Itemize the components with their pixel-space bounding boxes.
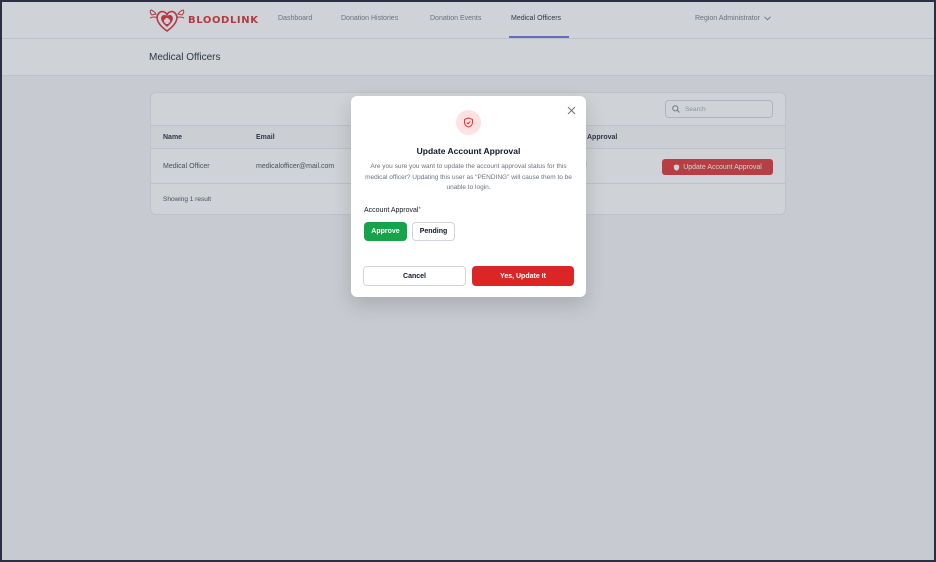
required-mark: * bbox=[418, 207, 421, 213]
modal-title: Update Account Approval bbox=[416, 146, 521, 156]
modal-icon-circle bbox=[456, 110, 481, 135]
close-icon[interactable] bbox=[565, 106, 577, 118]
account-approval-label-text: Account Approval bbox=[364, 207, 419, 214]
approve-option-button[interactable]: Approve bbox=[364, 222, 407, 241]
pending-option-button[interactable]: Pending bbox=[412, 222, 455, 241]
modal-description: Are you sure you want to update the acco… bbox=[365, 163, 572, 191]
shield-check-icon bbox=[464, 117, 473, 128]
update-approval-modal: Update Account Approval Are you sure you… bbox=[351, 96, 586, 297]
close-x-glyph bbox=[567, 106, 575, 115]
app-window: BLOODLINK Dashboard Donation Histories D… bbox=[2, 2, 934, 560]
cancel-button[interactable]: Cancel bbox=[363, 266, 466, 286]
confirm-update-button[interactable]: Yes, Update It bbox=[472, 266, 574, 286]
account-approval-label: Account Approval* bbox=[364, 207, 421, 214]
